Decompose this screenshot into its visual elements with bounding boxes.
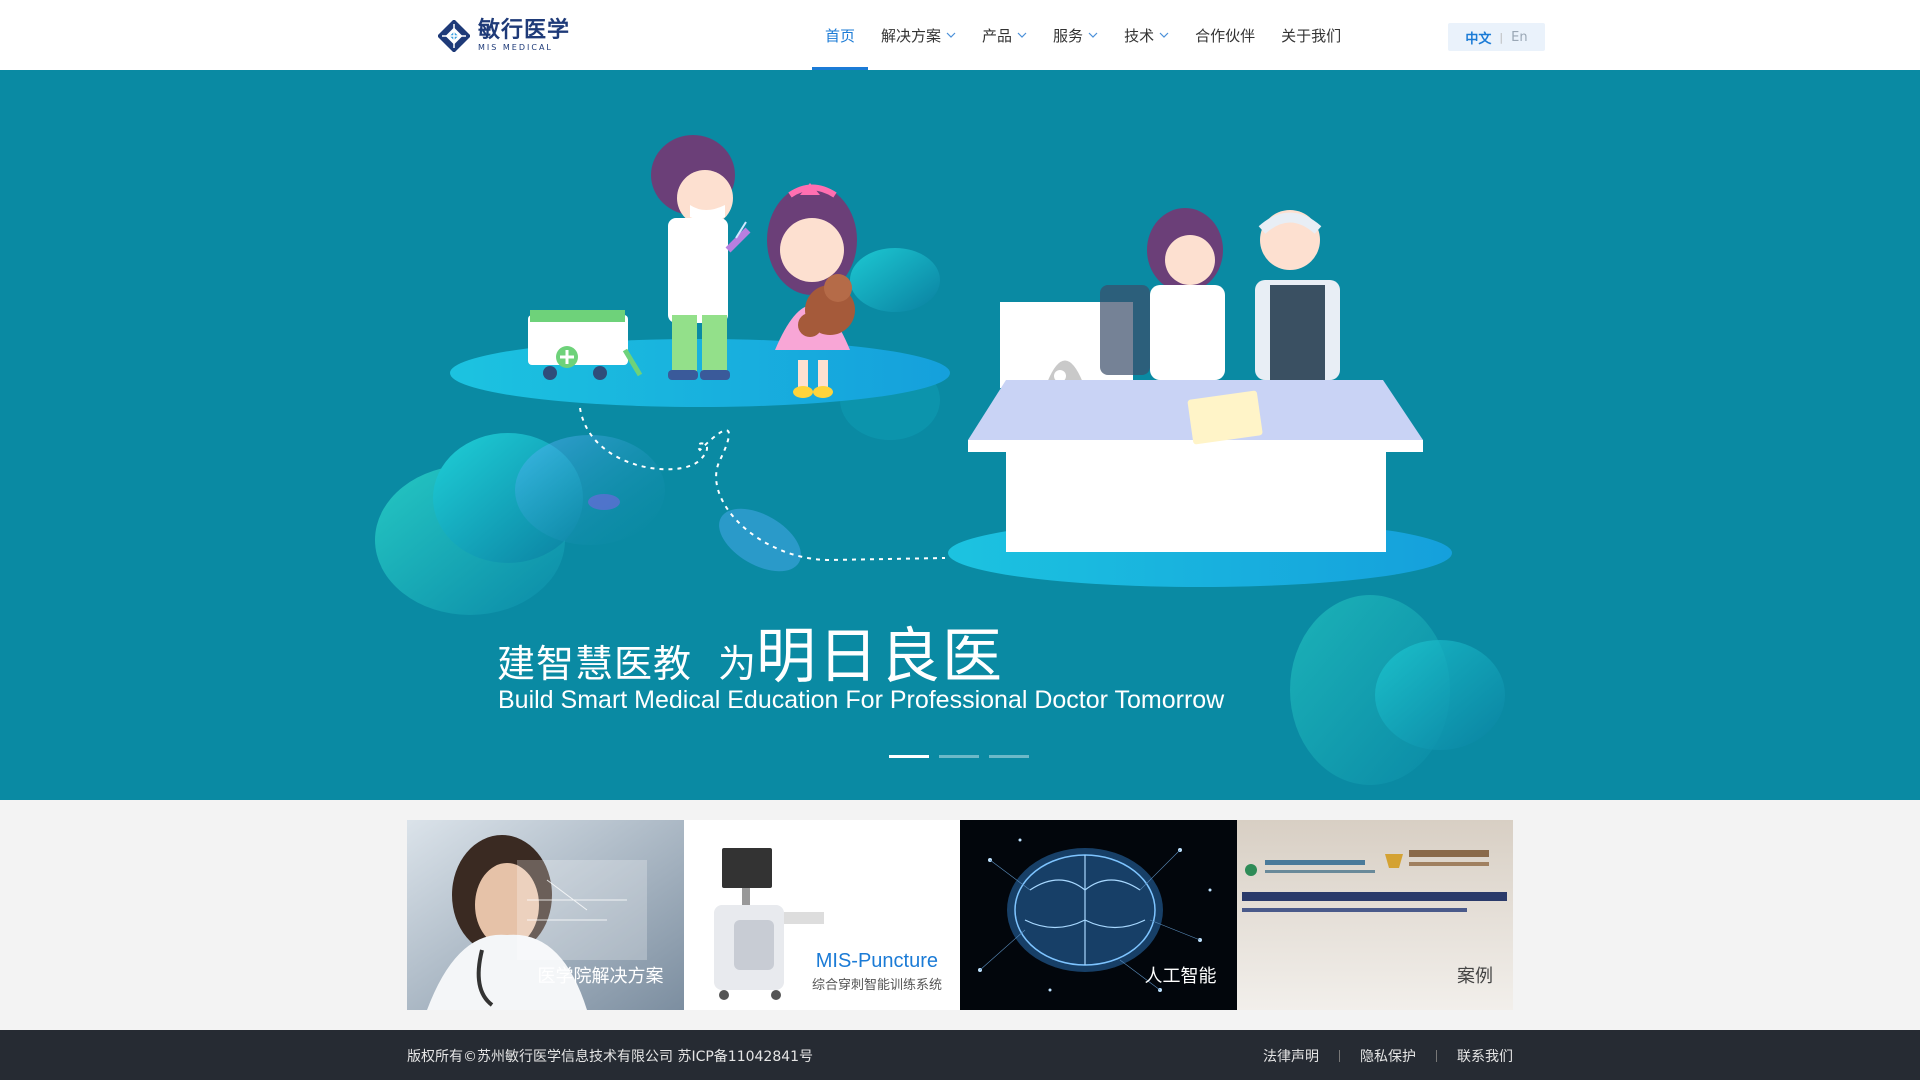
logo-name-cn: 敏行医学 [478,18,571,43]
top-header: 敏行医学 MIS MEDICAL 首页 解决方案 产品 服务 技术 合作伙伴 关… [0,0,1920,70]
carousel-dot-3[interactable] [989,755,1029,758]
lang-separator: | [1499,30,1504,44]
hero-title-part1: 建智慧医教 [497,642,693,686]
language-switcher: 中文 | En [1448,23,1545,51]
brand-logo[interactable]: 敏行医学 MIS MEDICAL [437,18,571,54]
chevron-down-icon [1017,32,1027,38]
card-sublabel: 综合穿刺智能训练系统 [811,978,942,993]
carousel-dot-2[interactable] [939,755,979,758]
logo-mark-icon [437,19,471,53]
site-footer: 版权所有©苏州敏行医学信息技术有限公司 苏ICP备11042841号 法律声明 … [0,1030,1920,1080]
chevron-down-icon [946,32,956,38]
nav-item-products[interactable]: 产品 [969,0,1040,70]
main-nav: 首页 解决方案 产品 服务 技术 合作伙伴 关于我们 [812,0,1354,70]
nav-item-services[interactable]: 服务 [1040,0,1111,70]
lang-en-option[interactable]: En [1511,30,1527,45]
footer-link-privacy[interactable]: 隐私保护 [1340,1046,1436,1066]
carousel-dot-1[interactable] [889,755,929,758]
nav-item-solutions[interactable]: 解决方案 [868,0,969,70]
card-label: MIS-Puncture [815,950,938,972]
hero-title: 建智慧医教 为明日良医 [497,608,1004,695]
nav-item-home[interactable]: 首页 [812,0,869,70]
hero-title-part2: 为 [718,642,757,686]
logo-name-en: MIS MEDICAL [478,43,553,52]
nav-label: 技术 [1124,26,1155,45]
chevron-down-icon [1088,32,1098,38]
feature-cards: 医学院解决方案 MIS-Puncture 综合穿刺智能训练系统 人工智能 案例 [407,820,1513,1010]
footer-link-legal[interactable]: 法律声明 [1243,1046,1339,1066]
card-medical-school-solution[interactable]: 医学院解决方案 [407,820,684,1010]
hero-banner[interactable]: 建智慧医教 为明日良医 Build Smart Medical Education… [0,70,1920,800]
nav-label: 产品 [982,26,1013,45]
copyright-text: 版权所有©苏州敏行医学信息技术有限公司 苏ICP备11042841号 [407,1049,814,1065]
footer-links: 法律声明 隐私保护 联系我们 [1243,1046,1513,1066]
nav-item-partners[interactable]: 合作伙伴 [1182,0,1268,70]
nav-label: 首页 [825,26,856,45]
card-artificial-intelligence[interactable]: 人工智能 [960,820,1237,1010]
lang-cn-option[interactable]: 中文 [1465,28,1491,47]
nav-item-about[interactable]: 关于我们 [1268,0,1354,70]
chevron-down-icon [1159,32,1169,38]
nav-label: 合作伙伴 [1195,26,1256,45]
nav-label: 解决方案 [881,26,942,45]
card-mis-puncture[interactable]: MIS-Puncture 综合穿刺智能训练系统 [683,820,960,1010]
nav-label: 服务 [1053,26,1084,45]
card-cases[interactable]: 案例 [1236,820,1513,1010]
card-label: 医学院解决方案 [537,966,664,987]
hero-subtitle: Build Smart Medical Education For Profes… [498,686,1225,714]
footer-link-contact[interactable]: 联系我们 [1437,1046,1513,1066]
hero-title-part3: 明日良医 [756,622,1005,692]
card-label: 案例 [1457,966,1493,987]
carousel-indicators [889,755,1029,758]
nav-label: 关于我们 [1281,26,1342,45]
card-label: 人工智能 [1144,966,1217,987]
nav-item-technology[interactable]: 技术 [1111,0,1182,70]
